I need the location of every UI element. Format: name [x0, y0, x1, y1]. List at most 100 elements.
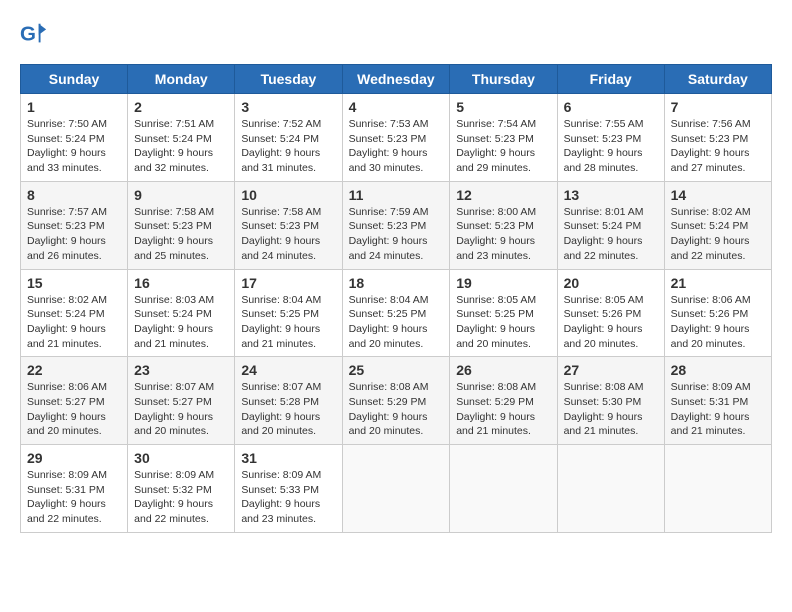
sunrise-text: Sunrise: 7:57 AM — [27, 206, 107, 218]
sunrise-text: Sunrise: 7:51 AM — [134, 118, 214, 130]
calendar-cell: 21 Sunrise: 8:06 AM Sunset: 5:26 PM Dayl… — [664, 269, 771, 357]
calendar-cell: 10 Sunrise: 7:58 AM Sunset: 5:23 PM Dayl… — [235, 181, 342, 269]
day-number: 28 — [671, 362, 765, 378]
day-number: 4 — [349, 99, 444, 115]
sunrise-text: Sunrise: 7:58 AM — [241, 206, 321, 218]
day-number: 13 — [564, 187, 658, 203]
day-info: Sunrise: 8:08 AM Sunset: 5:30 PM Dayligh… — [564, 380, 658, 439]
day-number: 30 — [134, 450, 228, 466]
sunset-text: Sunset: 5:30 PM — [564, 396, 642, 408]
sunrise-text: Sunrise: 8:00 AM — [456, 206, 536, 218]
day-number: 24 — [241, 362, 335, 378]
day-number: 26 — [456, 362, 550, 378]
sunrise-text: Sunrise: 8:07 AM — [241, 381, 321, 393]
calendar-cell: 27 Sunrise: 8:08 AM Sunset: 5:30 PM Dayl… — [557, 357, 664, 445]
sunset-text: Sunset: 5:24 PM — [241, 133, 319, 145]
daylight-text: Daylight: 9 hours and 22 minutes. — [27, 498, 106, 525]
calendar-cell: 24 Sunrise: 8:07 AM Sunset: 5:28 PM Dayl… — [235, 357, 342, 445]
weekday-saturday: Saturday — [664, 65, 771, 94]
day-info: Sunrise: 7:58 AM Sunset: 5:23 PM Dayligh… — [241, 205, 335, 264]
calendar-cell — [342, 445, 450, 533]
day-number: 9 — [134, 187, 228, 203]
sunrise-text: Sunrise: 8:04 AM — [241, 294, 321, 306]
calendar-cell — [450, 445, 557, 533]
day-info: Sunrise: 7:59 AM Sunset: 5:23 PM Dayligh… — [349, 205, 444, 264]
sunrise-text: Sunrise: 8:02 AM — [671, 206, 751, 218]
logo: G — [20, 20, 52, 48]
day-info: Sunrise: 7:56 AM Sunset: 5:23 PM Dayligh… — [671, 117, 765, 176]
sunrise-text: Sunrise: 7:56 AM — [671, 118, 751, 130]
sunset-text: Sunset: 5:24 PM — [134, 133, 212, 145]
day-number: 19 — [456, 275, 550, 291]
weekday-tuesday: Tuesday — [235, 65, 342, 94]
day-number: 5 — [456, 99, 550, 115]
day-info: Sunrise: 7:57 AM Sunset: 5:23 PM Dayligh… — [27, 205, 121, 264]
daylight-text: Daylight: 9 hours and 23 minutes. — [456, 235, 535, 262]
calendar-cell — [557, 445, 664, 533]
daylight-text: Daylight: 9 hours and 21 minutes. — [671, 411, 750, 438]
day-info: Sunrise: 8:04 AM Sunset: 5:25 PM Dayligh… — [349, 293, 444, 352]
day-info: Sunrise: 7:58 AM Sunset: 5:23 PM Dayligh… — [134, 205, 228, 264]
sunrise-text: Sunrise: 8:08 AM — [456, 381, 536, 393]
daylight-text: Daylight: 9 hours and 21 minutes. — [134, 323, 213, 350]
sunrise-text: Sunrise: 7:59 AM — [349, 206, 429, 218]
calendar-table: SundayMondayTuesdayWednesdayThursdayFrid… — [20, 64, 772, 533]
day-number: 20 — [564, 275, 658, 291]
day-info: Sunrise: 7:53 AM Sunset: 5:23 PM Dayligh… — [349, 117, 444, 176]
day-number: 14 — [671, 187, 765, 203]
daylight-text: Daylight: 9 hours and 20 minutes. — [134, 411, 213, 438]
day-info: Sunrise: 8:07 AM Sunset: 5:27 PM Dayligh… — [134, 380, 228, 439]
day-number: 8 — [27, 187, 121, 203]
daylight-text: Daylight: 9 hours and 25 minutes. — [134, 235, 213, 262]
day-info: Sunrise: 8:09 AM Sunset: 5:31 PM Dayligh… — [27, 468, 121, 527]
sunset-text: Sunset: 5:24 PM — [27, 308, 105, 320]
daylight-text: Daylight: 9 hours and 21 minutes. — [456, 411, 535, 438]
sunrise-text: Sunrise: 8:05 AM — [456, 294, 536, 306]
sunrise-text: Sunrise: 8:04 AM — [349, 294, 429, 306]
sunset-text: Sunset: 5:29 PM — [349, 396, 427, 408]
calendar-week-4: 22 Sunrise: 8:06 AM Sunset: 5:27 PM Dayl… — [21, 357, 772, 445]
weekday-wednesday: Wednesday — [342, 65, 450, 94]
calendar-cell: 6 Sunrise: 7:55 AM Sunset: 5:23 PM Dayli… — [557, 94, 664, 182]
day-number: 22 — [27, 362, 121, 378]
daylight-text: Daylight: 9 hours and 20 minutes. — [349, 411, 428, 438]
sunset-text: Sunset: 5:27 PM — [27, 396, 105, 408]
weekday-friday: Friday — [557, 65, 664, 94]
calendar-cell: 8 Sunrise: 7:57 AM Sunset: 5:23 PM Dayli… — [21, 181, 128, 269]
calendar-cell: 2 Sunrise: 7:51 AM Sunset: 5:24 PM Dayli… — [128, 94, 235, 182]
day-info: Sunrise: 8:09 AM Sunset: 5:33 PM Dayligh… — [241, 468, 335, 527]
calendar-header: SundayMondayTuesdayWednesdayThursdayFrid… — [21, 65, 772, 94]
sunset-text: Sunset: 5:23 PM — [671, 133, 749, 145]
weekday-header-row: SundayMondayTuesdayWednesdayThursdayFrid… — [21, 65, 772, 94]
day-number: 21 — [671, 275, 765, 291]
sunset-text: Sunset: 5:31 PM — [671, 396, 749, 408]
daylight-text: Daylight: 9 hours and 21 minutes. — [241, 323, 320, 350]
day-info: Sunrise: 7:55 AM Sunset: 5:23 PM Dayligh… — [564, 117, 658, 176]
day-number: 1 — [27, 99, 121, 115]
calendar-cell: 9 Sunrise: 7:58 AM Sunset: 5:23 PM Dayli… — [128, 181, 235, 269]
day-number: 7 — [671, 99, 765, 115]
sunset-text: Sunset: 5:23 PM — [349, 133, 427, 145]
daylight-text: Daylight: 9 hours and 33 minutes. — [27, 147, 106, 174]
sunrise-text: Sunrise: 8:07 AM — [134, 381, 214, 393]
calendar-cell: 11 Sunrise: 7:59 AM Sunset: 5:23 PM Dayl… — [342, 181, 450, 269]
calendar-cell: 31 Sunrise: 8:09 AM Sunset: 5:33 PM Dayl… — [235, 445, 342, 533]
calendar-body: 1 Sunrise: 7:50 AM Sunset: 5:24 PM Dayli… — [21, 94, 772, 533]
daylight-text: Daylight: 9 hours and 28 minutes. — [564, 147, 643, 174]
sunset-text: Sunset: 5:24 PM — [564, 220, 642, 232]
day-number: 31 — [241, 450, 335, 466]
sunset-text: Sunset: 5:26 PM — [564, 308, 642, 320]
daylight-text: Daylight: 9 hours and 20 minutes. — [456, 323, 535, 350]
day-number: 27 — [564, 362, 658, 378]
day-number: 2 — [134, 99, 228, 115]
day-number: 12 — [456, 187, 550, 203]
daylight-text: Daylight: 9 hours and 22 minutes. — [671, 235, 750, 262]
sunrise-text: Sunrise: 8:06 AM — [27, 381, 107, 393]
sunrise-text: Sunrise: 8:09 AM — [671, 381, 751, 393]
calendar-cell: 13 Sunrise: 8:01 AM Sunset: 5:24 PM Dayl… — [557, 181, 664, 269]
day-number: 17 — [241, 275, 335, 291]
sunset-text: Sunset: 5:24 PM — [671, 220, 749, 232]
sunrise-text: Sunrise: 8:09 AM — [134, 469, 214, 481]
calendar-cell: 25 Sunrise: 8:08 AM Sunset: 5:29 PM Dayl… — [342, 357, 450, 445]
day-number: 16 — [134, 275, 228, 291]
